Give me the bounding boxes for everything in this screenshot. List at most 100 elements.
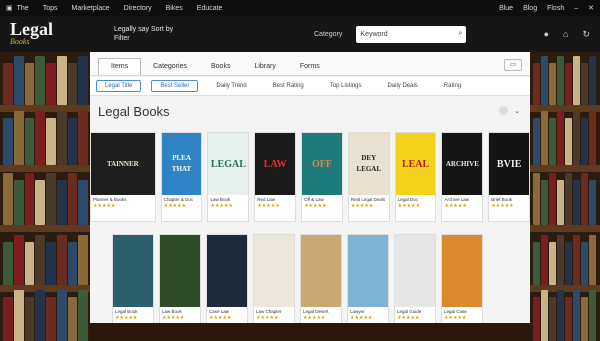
book-spine <box>557 56 564 105</box>
book-title[interactable]: Legal Guide <box>395 307 435 315</box>
chevron-down-icon[interactable]: ⌄ <box>514 107 520 115</box>
menu-item[interactable]: The <box>17 5 29 12</box>
book-card[interactable]: Law Chapter ★★★★★ <box>253 234 295 324</box>
cart-icon[interactable]: ⌂ <box>563 29 568 39</box>
book-card[interactable]: Legal Book ★★★★★ <box>112 234 154 324</box>
book-title[interactable]: Legal Doc <box>396 195 436 203</box>
book-cover[interactable]: ARCHIVE <box>442 133 483 195</box>
filter-chip[interactable]: Daily Trend <box>208 81 254 91</box>
book-card[interactable]: LEAL Legal Doc ★★★★★ <box>394 132 437 222</box>
filter-chip[interactable]: Best Seller <box>151 80 199 92</box>
view-toggle-icon[interactable]: ▭ <box>504 59 522 71</box>
book-card[interactable]: LAW Red Law ★★★★★ <box>254 132 297 222</box>
book-cover[interactable]: PLEA THAT <box>161 133 202 195</box>
book-card[interactable]: BVIE Brief Book ★★★★★ <box>488 132 531 222</box>
book-cover[interactable]: LEAL <box>395 133 436 195</box>
topbar-right-item[interactable]: Flosh <box>547 5 564 12</box>
book-card[interactable]: Law Book ★★★★★ <box>159 234 201 324</box>
book-title[interactable]: Red Law <box>255 195 295 203</box>
book-title[interactable]: Lawyer <box>348 307 388 315</box>
book-card[interactable]: Legal Desert ★★★★★ <box>300 234 342 324</box>
book-title[interactable]: Chapter & Doc <box>162 195 202 203</box>
book-cover[interactable] <box>254 235 294 307</box>
book-spine <box>78 290 88 341</box>
book-card[interactable]: LEGAL Law Book ★★★★★ <box>207 132 250 222</box>
menu-item[interactable]: Educate <box>197 5 223 12</box>
book-cover[interactable] <box>207 235 247 307</box>
book-cover[interactable]: TAINNER <box>91 133 155 195</box>
book-card[interactable]: PLEA THAT Chapter & Doc ★★★★★ <box>160 132 203 222</box>
book-cover[interactable] <box>301 235 341 307</box>
shelf-row <box>530 52 600 112</box>
book-spine <box>565 297 572 341</box>
book-spine <box>565 63 572 105</box>
book-title[interactable]: Legal Case <box>442 307 482 315</box>
user-icon[interactable]: ● <box>544 29 549 39</box>
book-card[interactable]: TAINNER Planner & Books ★★★★★ <box>90 132 156 222</box>
tab-forms[interactable]: Forms <box>288 63 332 75</box>
book-cover[interactable]: LEGAL <box>208 133 249 195</box>
topbar-right-item[interactable]: Blue <box>499 5 513 12</box>
close-icon[interactable]: ✕ <box>588 4 594 12</box>
book-title[interactable]: Law Book <box>208 195 248 203</box>
tab-library[interactable]: Library <box>242 63 287 75</box>
book-spine <box>581 173 588 225</box>
menu-item[interactable]: Bikes <box>166 5 183 12</box>
book-title[interactable]: Legal Desert <box>301 307 341 315</box>
minimize-icon[interactable]: – <box>574 5 578 12</box>
menu-item[interactable]: Directory <box>124 5 152 12</box>
book-title[interactable]: Case Law <box>207 307 247 315</box>
book-card[interactable]: DEY LEGAL Real Legal Deals ★★★★★ <box>347 132 390 222</box>
book-cover[interactable] <box>160 235 200 307</box>
filter-chip[interactable]: Top Listings <box>322 81 370 91</box>
tab-books[interactable]: Books <box>199 63 242 75</box>
book-title[interactable]: Law Chapter <box>254 307 294 315</box>
info-icon[interactable] <box>499 106 509 115</box>
filter-chip[interactable]: Rating <box>436 81 469 91</box>
book-card[interactable]: Legal Case ★★★★★ <box>441 234 483 324</box>
book-cover[interactable] <box>113 235 153 307</box>
category-label[interactable]: Category <box>314 31 342 38</box>
book-cover[interactable] <box>442 235 482 307</box>
book-title[interactable]: Real Legal Deals <box>349 195 389 203</box>
app-icon[interactable]: ▣ <box>6 4 13 12</box>
book-spine <box>24 242 35 285</box>
book-cover[interactable]: LAW <box>255 133 296 195</box>
tab-categories[interactable]: Categories <box>141 63 199 75</box>
topbar-right-item[interactable]: Blog <box>523 5 537 12</box>
book-title[interactable]: Archive Law <box>442 195 482 203</box>
book-title[interactable]: Legal Book <box>113 307 153 315</box>
book-spine <box>46 242 56 285</box>
book-card[interactable]: Legal Guide ★★★★★ <box>394 234 436 324</box>
book-cover[interactable]: BVIE <box>489 133 530 195</box>
book-cover[interactable] <box>395 235 435 307</box>
book-card[interactable]: ARCHIVE Archive Law ★★★★★ <box>441 132 484 222</box>
search-icon[interactable]: ⌕ <box>458 30 462 38</box>
book-cover[interactable]: OFF <box>302 133 342 195</box>
book-title[interactable]: Planner & Books <box>91 195 155 203</box>
menu-item[interactable]: Tops <box>43 5 58 12</box>
shelf-floor <box>90 323 530 341</box>
bookshelf-left <box>0 52 92 341</box>
book-spine <box>35 290 45 341</box>
refresh-icon[interactable]: ↻ <box>582 29 590 40</box>
logo[interactable]: Legal Books <box>10 20 68 47</box>
menu-item[interactable]: Marketplace <box>71 5 109 12</box>
filter-chip[interactable]: Best Rating <box>265 81 312 91</box>
rating-stars-icon: ★★★★★ <box>209 315 232 321</box>
tab-items[interactable]: Items <box>98 58 142 75</box>
book-title[interactable]: Law Book <box>160 307 200 315</box>
book-title[interactable]: Off & Law <box>302 195 342 203</box>
book-title[interactable]: Brief Book <box>489 195 529 203</box>
book-cover[interactable] <box>348 235 388 307</box>
search-input[interactable]: Keyword ⌕ <box>356 25 467 43</box>
book-spine <box>13 111 24 165</box>
book-cover[interactable]: DEY LEGAL <box>348 133 389 195</box>
filter-chip[interactable]: Daily Deals <box>379 81 425 91</box>
rating-stars-icon: ★★★★★ <box>350 315 373 321</box>
book-card[interactable]: OFF Off & Law ★★★★★ <box>301 132 343 222</box>
book-spine <box>67 242 78 285</box>
filter-chip[interactable]: Legal Title <box>96 80 142 92</box>
book-card[interactable]: Case Law ★★★★★ <box>206 234 248 324</box>
book-card[interactable]: Lawyer ★★★★★ <box>347 234 389 324</box>
